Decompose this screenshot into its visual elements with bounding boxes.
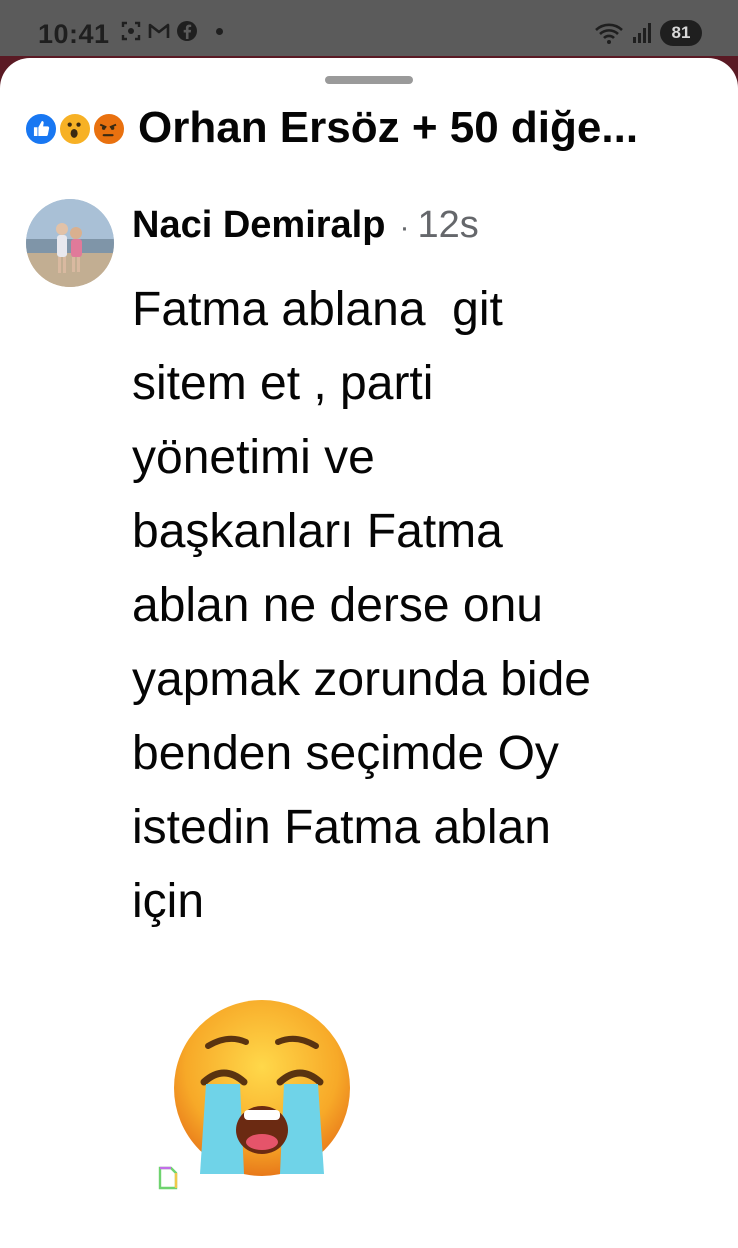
- status-time: 10:41: [38, 19, 110, 49]
- battery-indicator: 81: [660, 20, 702, 46]
- avatar[interactable]: [26, 199, 114, 287]
- comment-body: Fatma ablana git sitem et , parti yöneti…: [132, 273, 712, 939]
- reaction-icons: [24, 108, 134, 148]
- avatar-photo: [26, 199, 114, 287]
- notification-icons: [120, 20, 223, 42]
- more-notifications-dot: [216, 27, 223, 35]
- wifi-icon: [595, 23, 623, 44]
- comment-line: ablan ne derse onu: [132, 579, 543, 632]
- comment-line: istedin Fatma ablan: [132, 801, 551, 854]
- comment-line: için: [132, 875, 205, 928]
- reactions-comment-sheet: Orhan Ersöz + 50 diğe... Naci Demiralp ·…: [0, 58, 738, 1248]
- comment-line: sitem et , parti: [132, 357, 434, 410]
- comment-line: yapmak zorunda bide: [132, 653, 591, 706]
- comment-line: başkanları Fatma: [132, 505, 503, 558]
- comment-author-name[interactable]: Naci Demiralp: [132, 204, 385, 247]
- comment-line: Fatma ablana git: [132, 283, 503, 336]
- like-icon: [24, 112, 58, 146]
- angry-icon: [92, 112, 126, 146]
- wow-icon: [58, 112, 92, 146]
- crying-face-emoji: [174, 1000, 350, 1176]
- reactions-summary[interactable]: Orhan Ersöz + 50 diğe...: [24, 100, 638, 156]
- comment-line: yönetimi ve: [132, 431, 375, 484]
- system-icons: 81: [594, 20, 702, 46]
- sheet-drag-handle[interactable]: [325, 76, 413, 84]
- reactions-summary-text: Orhan Ersöz + 50 diğe...: [138, 103, 639, 152]
- header-separator: ·: [399, 211, 410, 244]
- signal-icon: [633, 23, 651, 43]
- status-bar: 10:41 81: [0, 0, 738, 62]
- facebook-icon: [177, 21, 197, 41]
- screenshot-icon: [121, 21, 141, 41]
- file-icon: [158, 1166, 178, 1190]
- gmail-icon: [148, 23, 170, 38]
- comment-header: Naci Demiralp · 12s: [132, 204, 479, 247]
- comment-timestamp[interactable]: 12s: [417, 204, 478, 247]
- comment-line: benden seçimde Oy: [132, 727, 559, 780]
